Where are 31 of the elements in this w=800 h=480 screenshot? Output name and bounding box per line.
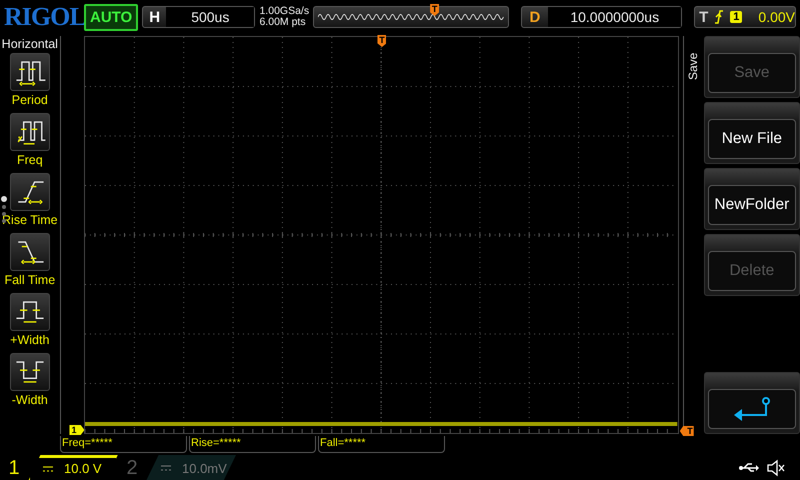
measure-label: Freq xyxy=(16,153,43,167)
memory-depth: 6.00M pts xyxy=(259,17,307,28)
measurement-readout: Fall=***** xyxy=(318,436,445,453)
trigger-position-marker: T xyxy=(430,4,440,16)
measure-label: Fall Time xyxy=(4,273,56,287)
trigger-level-marker[interactable]: T xyxy=(680,426,694,436)
measure-label: Period xyxy=(12,93,48,107)
trigger-box[interactable]: T 1 0.00V xyxy=(694,6,796,28)
sample-rate: 1.00GSa/s xyxy=(259,6,310,17)
menu-title: Save xyxy=(686,52,700,80)
channel-scale: 10.0mV xyxy=(182,460,227,476)
measure-label: -Width xyxy=(12,393,48,407)
run-state[interactable]: AUTO xyxy=(84,4,138,30)
channel-scale: 10.0 V xyxy=(64,461,102,476)
delay-label: D xyxy=(528,8,542,26)
measure-label: +Width xyxy=(10,333,50,347)
measurement-readout: Freq=***** xyxy=(60,436,187,453)
softkey-button[interactable]: NewFolder xyxy=(704,168,800,230)
timebase-label: H xyxy=(148,8,162,26)
trigger-level: 0.00V xyxy=(758,9,795,25)
timebase-value: 500us xyxy=(166,7,254,27)
delay-value: 10.0000000us xyxy=(548,7,682,27)
delay-box[interactable]: D 10.0000000us xyxy=(520,6,682,28)
trigger-label: T xyxy=(699,8,708,26)
trigger-position-marker[interactable]: T xyxy=(377,35,386,47)
measurement-readout: Rise=***** xyxy=(189,436,316,453)
menu-title: Horizontal xyxy=(2,37,58,51)
trigger-source: 1 xyxy=(730,11,742,23)
channel-marker[interactable]: 1 xyxy=(69,425,84,435)
softkey-button[interactable]: New File xyxy=(704,102,800,164)
timebase-box[interactable]: H 500us xyxy=(142,6,256,28)
